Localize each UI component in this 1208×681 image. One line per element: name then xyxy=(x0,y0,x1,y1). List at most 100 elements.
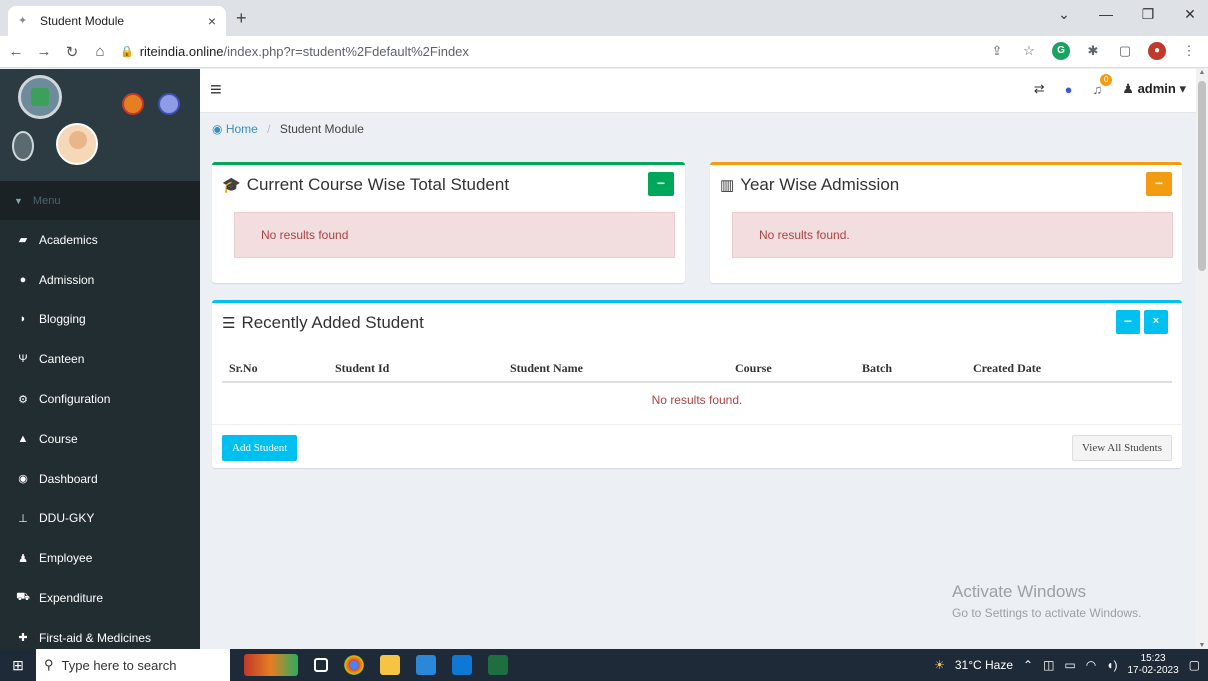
sidebar-item-label: Blogging xyxy=(39,312,86,327)
home-icon[interactable]: ⌂ xyxy=(88,43,112,60)
box-header: 🎓 Current Course Wise Total Student xyxy=(212,165,685,205)
browser-tab[interactable]: ✦ Student Module × xyxy=(8,6,226,36)
column-header[interactable]: Student Id xyxy=(335,361,389,376)
network-icon[interactable]: ◫ xyxy=(1043,658,1054,672)
forward-icon[interactable]: → xyxy=(32,43,56,60)
tray-chevron-icon[interactable]: ⌃ xyxy=(1023,658,1033,672)
clock[interactable]: 15:23 17-02-2023 xyxy=(1128,653,1179,677)
caret-down-icon: ▾ xyxy=(1175,81,1186,96)
tab-search-button[interactable]: ⌄ xyxy=(1056,6,1072,23)
sidebar-item-academics[interactable]: ▰ Academics xyxy=(0,220,200,260)
grammarly-icon[interactable]: G xyxy=(1052,42,1070,60)
sidebar-item-label: Academics xyxy=(39,232,98,247)
column-header[interactable]: Student Name xyxy=(510,361,583,376)
scroll-down-icon[interactable]: ▼ xyxy=(1196,642,1208,649)
avatar[interactable] xyxy=(56,123,98,165)
scrollbar-thumb[interactable] xyxy=(1198,81,1206,271)
table-header-row: Sr.No Student Id Student Name Course Bat… xyxy=(222,355,1172,383)
sidebar-item-course[interactable]: ▲ Course xyxy=(0,419,200,459)
microphone-icon[interactable]: ● xyxy=(1065,82,1073,97)
bell-icon[interactable]: ♫ 0 xyxy=(1093,73,1113,97)
taskbar-apps xyxy=(244,654,508,676)
alert-message: No results found xyxy=(261,228,349,242)
sidebar-item-blogging[interactable]: ◗ Blogging xyxy=(0,300,200,340)
page-scrollbar[interactable]: ▲ ▼ xyxy=(1196,69,1208,649)
box-title: Current Course Wise Total Student xyxy=(246,175,510,194)
institute-logo xyxy=(18,75,62,119)
windows-start-icon[interactable]: ⊞ xyxy=(0,657,36,674)
collapse-button[interactable]: − xyxy=(648,172,674,196)
favicon-icon: ✦ xyxy=(18,15,28,27)
side-panel-icon[interactable]: ▢ xyxy=(1116,42,1134,60)
minimize-button[interactable]: — xyxy=(1098,6,1114,23)
box-header: ▥ Year Wise Admission xyxy=(710,165,1182,205)
notifications-icon[interactable]: ▢ xyxy=(1189,658,1200,672)
column-header[interactable]: Batch xyxy=(862,361,892,376)
excel-icon[interactable] xyxy=(488,655,508,675)
restore-button[interactable]: ❐ xyxy=(1140,6,1156,23)
user-icon: ♟ xyxy=(18,552,28,565)
view-all-students-button[interactable]: View All Students xyxy=(1071,435,1172,461)
tab-close-icon[interactable]: × xyxy=(208,13,216,29)
user-menu[interactable]: ♟ admin ▾ xyxy=(1122,81,1186,97)
new-tab-button[interactable]: + xyxy=(236,8,247,29)
url-input[interactable]: 🔒 riteindia.online /index.php?r=student%… xyxy=(120,39,980,65)
sidebar-item-ddu-gky[interactable]: ⊥ DDU-GKY xyxy=(0,499,200,539)
profile-avatar-icon[interactable]: ● xyxy=(1148,42,1166,60)
circle-icon: ● xyxy=(19,273,27,286)
sidebar-item-dashboard[interactable]: ◉ Dashboard xyxy=(0,459,200,499)
collapse-button[interactable]: − xyxy=(1116,310,1140,334)
sidebar-item-label: DDU-GKY xyxy=(39,511,95,526)
breadcrumb-home[interactable]: ◉ Home xyxy=(212,122,258,136)
add-student-button[interactable]: Add Student xyxy=(222,435,298,461)
sidebar-item-label: Employee xyxy=(39,551,93,566)
volume-icon[interactable]: ◖) xyxy=(1106,658,1117,672)
remove-button[interactable]: × xyxy=(1144,310,1168,334)
column-header[interactable]: Sr.No xyxy=(229,361,258,376)
search-icon: ⚲ xyxy=(44,657,54,672)
box-title: Year Wise Admission xyxy=(740,175,900,194)
hamburger-menu-icon[interactable]: ≡ xyxy=(210,79,222,102)
chrome-icon[interactable] xyxy=(344,655,364,675)
weather-text[interactable]: 31°C Haze xyxy=(955,658,1013,672)
box-footer-divider xyxy=(212,424,1182,425)
column-header[interactable]: Created Date xyxy=(973,361,1041,376)
scroll-up-icon[interactable]: ▲ xyxy=(1196,69,1208,76)
collapse-button[interactable]: − xyxy=(1146,172,1172,196)
store-icon[interactable] xyxy=(416,655,436,675)
sidebar-item-configuration[interactable]: ⚙ Configuration xyxy=(0,379,200,419)
sidebar-item-expenditure[interactable]: ⛟ Expenditure xyxy=(0,578,200,618)
extensions-puzzle-icon[interactable]: ✱ xyxy=(1084,42,1102,60)
bar-chart-icon: ▥ xyxy=(720,177,735,194)
share-icon[interactable]: ⇪ xyxy=(988,42,1006,60)
bookmark-star-icon[interactable]: ☆ xyxy=(1020,42,1038,60)
back-icon[interactable]: ← xyxy=(4,43,28,60)
task-view-icon[interactable] xyxy=(314,658,328,672)
translate-icon[interactable]: ⇄ xyxy=(1034,81,1045,97)
kebab-menu-icon[interactable]: ⋮ xyxy=(1180,42,1198,60)
battery-icon[interactable]: ▭ xyxy=(1064,658,1075,672)
weather-icon[interactable]: ☀ xyxy=(934,658,945,672)
sidebar-item-canteen[interactable]: Ψ Canteen xyxy=(0,339,200,379)
tab-title: Student Module xyxy=(40,14,125,28)
column-header[interactable]: Course xyxy=(735,361,772,376)
alert-message: No results found. xyxy=(759,228,850,242)
user-icon: ♟ xyxy=(1122,81,1138,96)
decorative-search-art-icon[interactable] xyxy=(244,654,298,676)
wifi-icon[interactable]: ◠ xyxy=(1086,658,1096,672)
menu-header[interactable]: ▼ Menu xyxy=(0,181,200,220)
sidebar-logos xyxy=(0,69,200,181)
year-wise-box: ▥ Year Wise Admission − No results found… xyxy=(710,162,1182,283)
reload-icon[interactable]: ↻ xyxy=(60,43,84,61)
header-actions: ⇄ ● ♫ 0 ♟ admin ▾ xyxy=(1034,73,1186,97)
sidebar-item-admission[interactable]: ● Admission xyxy=(0,260,200,300)
taskbar-search-input[interactable]: ⚲ Type here to search xyxy=(36,649,230,681)
list-icon: ☰ xyxy=(222,315,236,332)
box-header: ☰ Recently Added Student xyxy=(212,303,1182,343)
mail-icon[interactable] xyxy=(452,655,472,675)
sidebar-item-employee[interactable]: ♟ Employee xyxy=(0,538,200,578)
clock-time: 15:23 xyxy=(1140,653,1166,664)
file-explorer-icon[interactable] xyxy=(380,655,400,675)
close-window-button[interactable]: ✕ xyxy=(1182,6,1198,23)
sidebar-item-label: Course xyxy=(39,431,78,446)
